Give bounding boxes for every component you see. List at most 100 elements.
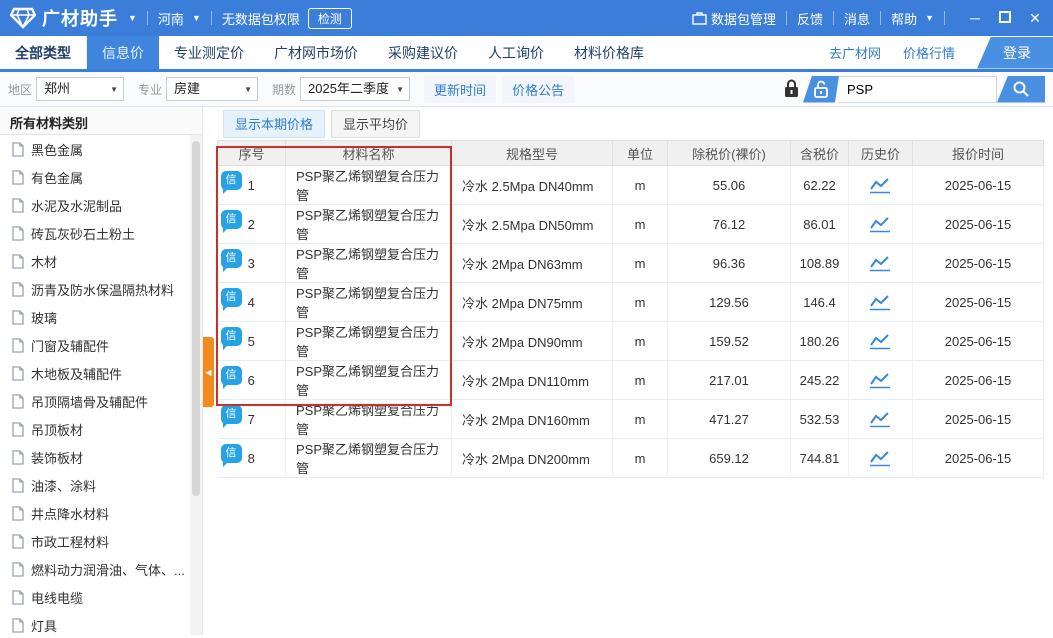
history-price-chart-icon[interactable] [869, 294, 892, 311]
period-select[interactable]: 2025年二季度 ▼ [300, 77, 410, 101]
search-group [783, 76, 1045, 103]
table-row[interactable]: 信 1 PSP聚乙烯钢塑复合压力管 冷水 2.5Mpa DN40mm m 55.… [218, 166, 1044, 205]
help-menu[interactable]: 帮助 ▼ [891, 9, 934, 28]
lock-open-icon[interactable] [803, 76, 839, 103]
region-selector[interactable]: 河南 ▼ [158, 9, 201, 28]
spec-cell: 冷水 2Mpa DN200mm [452, 439, 613, 478]
price-quote-link[interactable]: 价格行情 [903, 43, 955, 62]
table-row[interactable]: 信 8 PSP聚乙烯钢塑复合压力管 冷水 2Mpa DN200mm m 659.… [218, 439, 1044, 478]
category-label: 灯具 [31, 616, 57, 635]
sidebar-category-item[interactable]: 电线电缆 [0, 583, 202, 611]
lock-closed-icon[interactable] [783, 79, 800, 99]
material-name-cell[interactable]: PSP聚乙烯钢塑复合压力管 [286, 244, 452, 283]
logo-gem-icon [10, 7, 36, 29]
nav-tab-price-library[interactable]: 材料价格库 [559, 36, 659, 69]
document-icon [12, 562, 24, 577]
price-incl-tax-cell: 532.53 [791, 400, 849, 439]
sidebar-category-item[interactable]: 燃料动力润滑油、气体、... [0, 555, 202, 583]
sidebar-category-item[interactable]: 水泥及水泥制品 [0, 191, 202, 219]
search-input[interactable] [839, 76, 997, 103]
info-badge[interactable]: 信 [221, 327, 242, 346]
material-name-cell[interactable]: PSP聚乙烯钢塑复合压力管 [286, 166, 452, 205]
nav-tab-purchase-price[interactable]: 采购建议价 [373, 36, 473, 69]
feedback-button[interactable]: 反馈 [797, 9, 823, 28]
history-price-chart-icon[interactable] [869, 216, 892, 233]
price-notice-button[interactable]: 价格公告 [502, 76, 574, 103]
sidebar-category-item[interactable]: 吊顶隔墙骨及辅配件 [0, 387, 202, 415]
info-badge[interactable]: 信 [221, 444, 242, 463]
history-price-chart-icon[interactable] [869, 177, 892, 194]
unit-cell: m [613, 439, 668, 478]
datapack-manage-button[interactable]: 数据包管理 [692, 9, 776, 28]
history-price-chart-icon[interactable] [869, 333, 892, 350]
history-price-chart-icon[interactable] [869, 450, 892, 467]
close-button[interactable]: ✕ [1027, 10, 1043, 26]
row-seq: 8 [248, 451, 255, 466]
nav-tab-pro-price[interactable]: 专业测定价 [159, 36, 259, 69]
info-badge[interactable]: 信 [221, 210, 242, 229]
sidebar-collapse-handle[interactable]: ◀ [203, 337, 214, 407]
sidebar-category-item[interactable]: 黑色金属 [0, 135, 202, 163]
sidebar-category-item[interactable]: 油漆、涂料 [0, 471, 202, 499]
minimize-button[interactable]: ─ [967, 10, 983, 26]
nav-tab-market-price[interactable]: 广材网市场价 [259, 36, 373, 69]
info-badge[interactable]: 信 [221, 288, 242, 307]
material-name-cell[interactable]: PSP聚乙烯钢塑复合压力管 [286, 361, 452, 400]
goto-site-link[interactable]: 去广材网 [829, 43, 881, 62]
info-badge[interactable]: 信 [221, 405, 242, 424]
table-row[interactable]: 信 2 PSP聚乙烯钢塑复合压力管 冷水 2.5Mpa DN50mm m 76.… [218, 205, 1044, 244]
history-price-chart-icon[interactable] [869, 255, 892, 272]
scrollbar-thumb[interactable] [192, 141, 200, 496]
table-row[interactable]: 信 7 PSP聚乙烯钢塑复合压力管 冷水 2Mpa DN160mm m 471.… [218, 400, 1044, 439]
material-name-cell[interactable]: PSP聚乙烯钢塑复合压力管 [286, 439, 452, 478]
region-select[interactable]: 郑州 ▼ [36, 77, 124, 101]
sidebar-category-item[interactable]: 吊顶板材 [0, 415, 202, 443]
material-name-cell[interactable]: PSP聚乙烯钢塑复合压力管 [286, 205, 452, 244]
maximize-button[interactable] [997, 10, 1013, 26]
price-incl-tax-cell: 180.26 [791, 322, 849, 361]
spec-cell: 冷水 2Mpa DN90mm [452, 322, 613, 361]
table-row[interactable]: 信 3 PSP聚乙烯钢塑复合压力管 冷水 2Mpa DN63mm m 96.36… [218, 244, 1044, 283]
nav-tab-labor-price[interactable]: 人工询价 [473, 36, 559, 69]
info-badge[interactable]: 信 [221, 249, 242, 268]
nav-tab-info-price[interactable]: 信息价 [87, 36, 159, 69]
sidebar-category-item[interactable]: 有色金属 [0, 163, 202, 191]
sidebar-category-item[interactable]: 井点降水材料 [0, 499, 202, 527]
material-name-cell[interactable]: PSP聚乙烯钢塑复合压力管 [286, 283, 452, 322]
table-row[interactable]: 信 6 PSP聚乙烯钢塑复合压力管 冷水 2Mpa DN110mm m 217.… [218, 361, 1044, 400]
nav-tab-all-types[interactable]: 全部类型 [0, 36, 87, 69]
document-icon [12, 590, 24, 605]
table-row[interactable]: 信 5 PSP聚乙烯钢塑复合压力管 冷水 2Mpa DN90mm m 159.5… [218, 322, 1044, 361]
table-row[interactable]: 信 4 PSP聚乙烯钢塑复合压力管 冷水 2Mpa DN75mm m 129.5… [218, 283, 1044, 322]
material-name-cell[interactable]: PSP聚乙烯钢塑复合压力管 [286, 400, 452, 439]
quote-date-cell: 2025-06-15 [913, 283, 1044, 322]
material-name-cell[interactable]: PSP聚乙烯钢塑复合压力管 [286, 322, 452, 361]
history-price-chart-icon[interactable] [869, 372, 892, 389]
app-logo[interactable]: 广材助手 ▼ [10, 5, 137, 31]
category-label: 井点降水材料 [31, 504, 109, 523]
sidebar-category-item[interactable]: 砖瓦灰砂石土粉土 [0, 219, 202, 247]
history-price-chart-icon[interactable] [869, 411, 892, 428]
sidebar-category-item[interactable]: 市政工程材料 [0, 527, 202, 555]
sidebar-category-item[interactable]: 灯具 [0, 611, 202, 638]
info-badge[interactable]: 信 [221, 366, 242, 385]
sidebar-category-item[interactable]: 沥青及防水保温隔热材料 [0, 275, 202, 303]
sidebar-category-item[interactable]: 木材 [0, 247, 202, 275]
info-badge[interactable]: 信 [221, 171, 242, 190]
quote-date-cell: 2025-06-15 [913, 400, 1044, 439]
messages-button[interactable]: 消息 [844, 9, 870, 28]
sidebar-category-item[interactable]: 装饰板材 [0, 443, 202, 471]
sidebar-category-item[interactable]: 玻璃 [0, 303, 202, 331]
update-time-button[interactable]: 更新时间 [424, 76, 496, 103]
search-button[interactable] [997, 76, 1045, 103]
sidebar-category-item[interactable]: 木地板及辅配件 [0, 359, 202, 387]
check-permission-button[interactable]: 检测 [308, 8, 352, 29]
category-label: 木地板及辅配件 [31, 364, 122, 383]
tab-average-price[interactable]: 显示平均价 [331, 110, 420, 138]
sidebar-scrollbar[interactable] [190, 135, 202, 635]
divider [147, 11, 148, 25]
major-select[interactable]: 房建 ▼ [166, 77, 258, 101]
sidebar-category-item[interactable]: 门窗及辅配件 [0, 331, 202, 359]
tab-current-period-price[interactable]: 显示本期价格 [223, 110, 325, 138]
login-button[interactable]: 登录 [977, 37, 1053, 69]
